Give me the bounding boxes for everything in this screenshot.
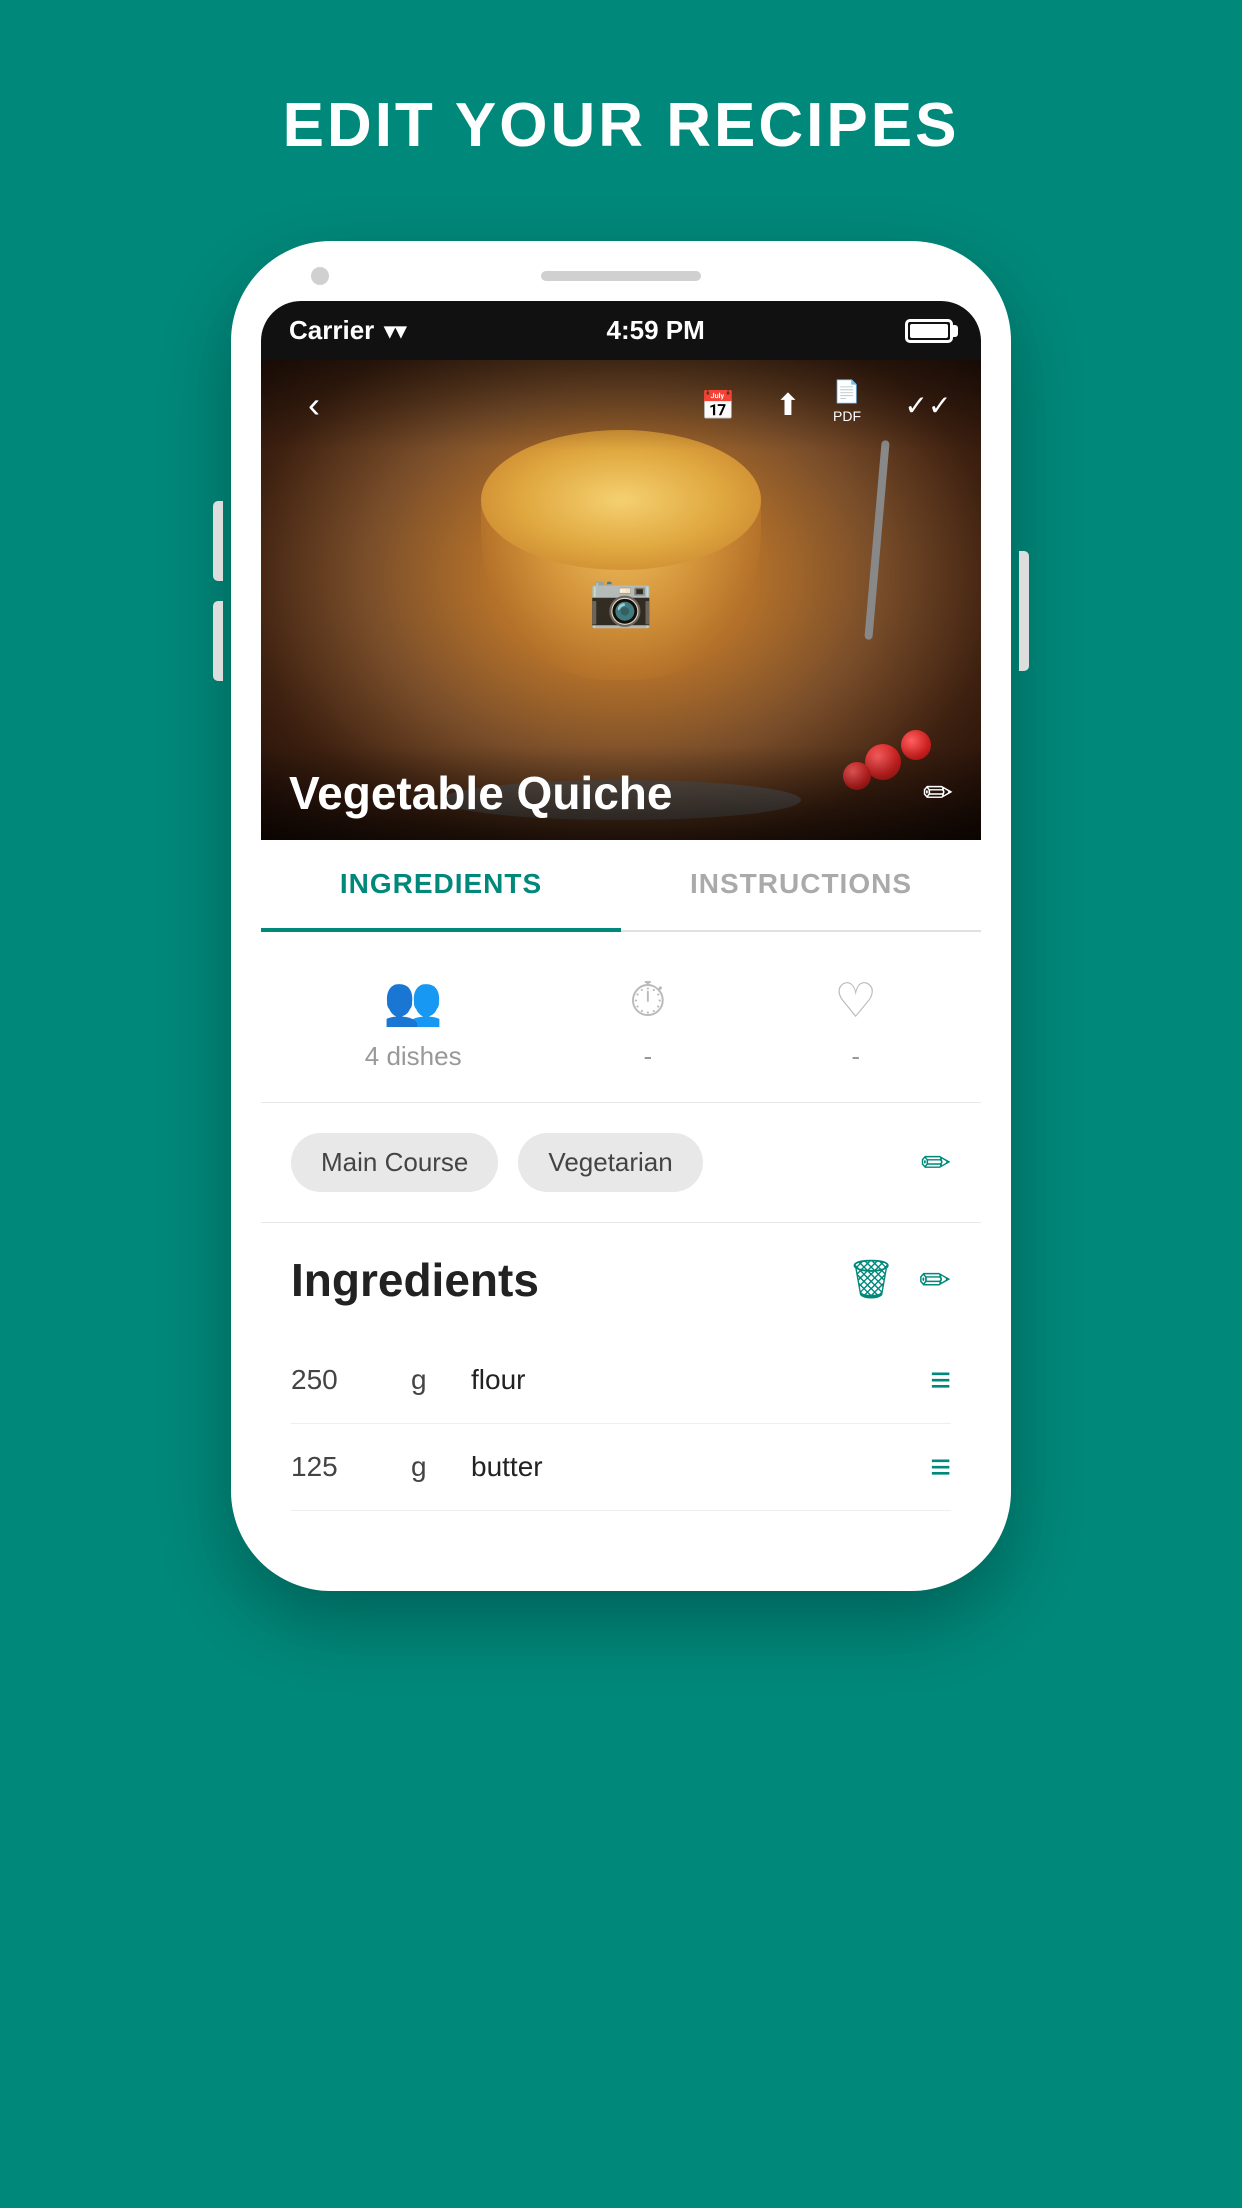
tag-main-course[interactable]: Main Course xyxy=(291,1133,498,1192)
quiche-top xyxy=(481,430,761,570)
share-icon: ⬆ xyxy=(775,388,800,423)
wifi-icon: ▾▾ xyxy=(384,318,406,344)
tab-instructions-label: INSTRUCTIONS xyxy=(690,868,912,899)
stats-row: 👥 4 dishes ⏱ - ♡ - xyxy=(261,932,981,1103)
dishes-icon: 👥 xyxy=(383,972,443,1029)
drag-handle-2[interactable]: ≡ xyxy=(930,1446,951,1488)
ingredient-2-unit: g xyxy=(411,1451,471,1483)
recipe-title-bar: Vegetable Quiche ✏ xyxy=(261,746,981,840)
stat-dishes[interactable]: 👥 4 dishes xyxy=(365,972,462,1072)
favorites-icon: ♡ xyxy=(834,973,877,1029)
stat-time[interactable]: ⏱ - xyxy=(629,973,666,1072)
tab-ingredients-label: INGREDIENTS xyxy=(340,868,542,899)
tab-instructions[interactable]: INSTRUCTIONS xyxy=(621,840,981,930)
back-button[interactable]: ‹ xyxy=(289,380,339,430)
delete-ingredients-button[interactable]: 🗑 xyxy=(847,1258,895,1302)
tab-ingredients[interactable]: INGREDIENTS xyxy=(261,840,621,932)
time-icon: ⏱ xyxy=(629,973,666,1029)
edit-ingredients-button[interactable]: ✏ xyxy=(919,1258,951,1303)
ingredient-1-unit: g xyxy=(411,1364,471,1396)
volume-up-button xyxy=(213,501,223,581)
phone-speaker xyxy=(541,271,701,281)
time-display: 4:59 PM xyxy=(607,315,705,346)
pdf-icon: 📄PDF xyxy=(833,379,883,431)
carrier-info: Carrier ▾▾ xyxy=(289,315,406,346)
ingredient-2-name: butter xyxy=(471,1451,930,1483)
recipe-name-label: Vegetable Quiche xyxy=(289,766,672,820)
tag-vegetarian[interactable]: Vegetarian xyxy=(518,1133,702,1192)
front-camera xyxy=(311,267,329,285)
ingredient-2-amount: 125 xyxy=(291,1451,411,1483)
favorites-label: - xyxy=(851,1041,860,1072)
battery-fill xyxy=(910,324,948,338)
ingredient-row-1: 250 g flour ≡ xyxy=(291,1337,951,1424)
pdf-button[interactable]: 📄PDF xyxy=(833,380,883,430)
tags-edit-button[interactable]: ✏ xyxy=(921,1142,951,1184)
back-icon: ‹ xyxy=(308,384,320,426)
volume-down-button xyxy=(213,601,223,681)
ingredients-header: Ingredients 🗑 ✏ xyxy=(291,1253,951,1307)
page-header-title: EDIT YOUR RECIPES xyxy=(283,90,960,161)
ingredients-section: Ingredients 🗑 ✏ 250 g flour ≡ 125 g butt… xyxy=(261,1223,981,1531)
ingredients-actions: 🗑 ✏ xyxy=(847,1258,951,1303)
nav-icons-right: 📅 ⬆ 📄PDF ✓✓ xyxy=(693,380,953,430)
camera-icon: 📷 xyxy=(589,572,654,630)
carrier-label: Carrier xyxy=(289,315,374,346)
calendar-button[interactable]: 📅 xyxy=(693,380,743,430)
tabs-container: INGREDIENTS INSTRUCTIONS xyxy=(261,840,981,932)
calendar-icon: 📅 xyxy=(701,389,736,422)
share-button[interactable]: ⬆ xyxy=(763,380,813,430)
check-all-icon: ✓✓ xyxy=(905,389,952,422)
ingredient-1-amount: 250 xyxy=(291,1364,411,1396)
time-label: - xyxy=(644,1041,653,1072)
recipe-nav-bar: ‹ 📅 ⬆ 📄PDF ✓✓ xyxy=(261,360,981,450)
recipe-image-container[interactable]: ‹ 📅 ⬆ 📄PDF ✓✓ xyxy=(261,360,981,840)
stat-favorites[interactable]: ♡ - xyxy=(834,973,877,1072)
phone-top-bar xyxy=(261,271,981,281)
tags-row: Main Course Vegetarian ✏ xyxy=(261,1103,981,1223)
battery-indicator xyxy=(905,319,953,343)
camera-overlay-button[interactable]: 📷 xyxy=(589,570,654,631)
drag-handle-1[interactable]: ≡ xyxy=(930,1359,951,1401)
tag-vegetarian-label: Vegetarian xyxy=(548,1147,672,1177)
check-all-button[interactable]: ✓✓ xyxy=(903,380,953,430)
phone-screen: Carrier ▾▾ 4:59 PM ‹ xyxy=(261,301,981,1531)
tag-main-course-label: Main Course xyxy=(321,1147,468,1177)
recipe-name-edit-button[interactable]: ✏ xyxy=(923,772,953,814)
ingredient-row-2: 125 g butter ≡ xyxy=(291,1424,951,1511)
power-button xyxy=(1019,551,1029,671)
status-bar: Carrier ▾▾ 4:59 PM xyxy=(261,301,981,360)
ingredient-1-name: flour xyxy=(471,1364,930,1396)
phone-frame: Carrier ▾▾ 4:59 PM ‹ xyxy=(231,241,1011,1591)
dishes-label: 4 dishes xyxy=(365,1041,462,1072)
ingredients-title: Ingredients xyxy=(291,1253,847,1307)
